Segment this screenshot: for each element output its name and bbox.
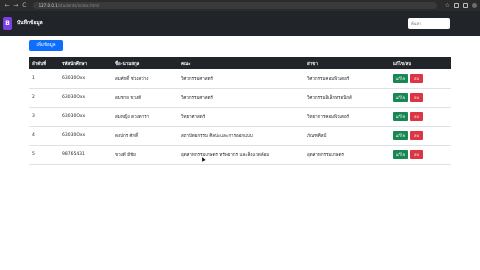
edit-button[interactable]: แก้ไข	[393, 93, 408, 102]
cell-major: วิทยาการคอมพิวเตอร์	[307, 115, 350, 120]
profile-avatar-icon[interactable]	[471, 3, 477, 8]
cell-no: 1	[32, 75, 35, 81]
app-navbar: B บันทึกข้อมูล	[0, 11, 480, 36]
cell-name: สมชาย ขวงดี	[115, 96, 142, 101]
cell-major: อุตสาหกรรมเกษตร	[307, 153, 344, 158]
browser-toolbar: ← → C 127.0.0.1/students/index.html ☆	[0, 0, 480, 11]
header-actions: แก้ไข/ลบ	[393, 61, 412, 67]
cell-student-id: 63030Oxx	[62, 95, 86, 100]
cell-student-id: 63030Oxx	[62, 133, 86, 138]
forward-icon[interactable]: →	[12, 2, 21, 9]
cell-no: 4	[32, 133, 35, 138]
delete-button[interactable]: ลบ	[410, 93, 423, 102]
cell-major: วิศวกรรมอิเล็กทรอนิกส์	[307, 96, 352, 101]
browser-actions: ☆	[445, 3, 477, 9]
delete-button[interactable]: ลบ	[410, 73, 423, 83]
edit-button[interactable]: แก้ไข	[393, 73, 408, 83]
students-table: ลำดับที่ รหัสนักศึกษา ชื่อ-นามสกุล คณะ ส…	[29, 57, 451, 165]
navbar-brand[interactable]: บันทึกข้อมูล	[17, 19, 43, 27]
table-row: 5 98765431 ขวงดี มีชัย อุตสาหกรรมเกษตร ท…	[29, 145, 451, 164]
add-record-button[interactable]: เพิ่มข้อมูล	[29, 40, 63, 51]
cell-faculty: วิทยาศาสตร์	[181, 115, 206, 120]
search-input[interactable]	[408, 18, 450, 29]
header-no: ลำดับที่	[32, 61, 47, 67]
table-row: 2 63030Oxx สมชาย ขวงดี วิศวกรรมศาสตร์ วิ…	[29, 88, 451, 107]
sidebar-icon[interactable]	[462, 3, 468, 8]
delete-button[interactable]: ลบ	[410, 131, 423, 140]
cell-student-id: 98765431	[62, 152, 85, 157]
edit-button[interactable]: แก้ไข	[393, 131, 408, 140]
header-faculty: คณะ	[181, 61, 191, 67]
cell-actions: แก้ไข ลบ	[390, 69, 451, 88]
cell-no: 2	[32, 95, 35, 100]
app-logo-icon: B	[3, 17, 12, 30]
cell-actions: แก้ไข ลบ	[390, 145, 451, 164]
cell-student-id: 63030Oxx	[62, 75, 86, 81]
table-row: 3 63030Oxx สมหญิง ดวงดารา วิทยาศาสตร์ วิ…	[29, 107, 451, 126]
header-name: ชื่อ-นามสกุล	[115, 61, 140, 67]
cell-name: ขวงดี มีชัย	[115, 153, 136, 158]
cell-name: ดงปกร ศักดิ์	[115, 134, 139, 139]
reload-icon[interactable]: C	[20, 2, 29, 9]
cell-faculty: สถาปัตยกรรม ศิลปะและการออกแบบ	[181, 134, 253, 139]
back-icon[interactable]: ←	[3, 2, 12, 9]
cell-major: ภัณฑศิลป์	[307, 134, 327, 139]
cell-name: สมศักดิ์ ช่วงสว่าง	[115, 76, 149, 82]
cell-major: วิศวกรรมคอมพิวเตอร์	[307, 76, 350, 82]
table-row: 4 63030Oxx ดงปกร ศักดิ์ สถาปัตยกรรม ศิลป…	[29, 126, 451, 145]
extensions-icon[interactable]	[453, 3, 459, 8]
cell-no: 3	[32, 114, 35, 119]
cell-actions: แก้ไข ลบ	[390, 88, 451, 107]
url-host: 127.0.0.1	[38, 3, 58, 8]
edit-button[interactable]: แก้ไข	[393, 112, 408, 121]
header-major: สาขา	[307, 61, 318, 67]
address-bar[interactable]: 127.0.0.1/students/index.html	[32, 2, 437, 9]
cell-faculty: วิศวกรรมศาสตร์	[181, 76, 213, 82]
cell-student-id: 63030Oxx	[62, 114, 86, 119]
url-path: /students/index.html	[57, 3, 100, 8]
table-row: 1 63030Oxx สมศักดิ์ ช่วงสว่าง วิศวกรรมศา…	[29, 69, 451, 88]
cell-faculty: วิศวกรรมศาสตร์	[181, 96, 213, 101]
cell-actions: แก้ไข ลบ	[390, 107, 451, 126]
delete-button[interactable]: ลบ	[410, 150, 423, 159]
edit-button[interactable]: แก้ไข	[393, 150, 408, 159]
cell-name: สมหญิง ดวงดารา	[115, 115, 150, 120]
delete-button[interactable]: ลบ	[410, 112, 423, 121]
bookmark-star-icon[interactable]: ☆	[445, 3, 450, 9]
cell-faculty: อุตสาหกรรมเกษตร ทรัพยากร และสิ่งแวดล้อม	[181, 153, 270, 158]
cell-actions: แก้ไข ลบ	[390, 126, 451, 145]
header-student-id: รหัสนักศึกษา	[62, 61, 88, 67]
table-header-row: ลำดับที่ รหัสนักศึกษา ชื่อ-นามสกุล คณะ ส…	[29, 57, 451, 69]
cell-no: 5	[32, 152, 35, 157]
